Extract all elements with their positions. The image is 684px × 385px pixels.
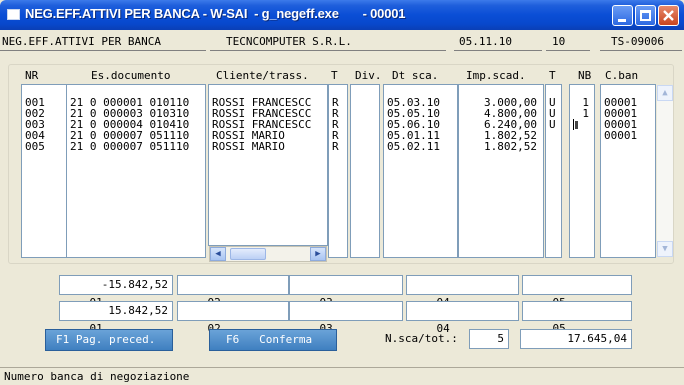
nr-column[interactable]: 001 002 003 004 005 <box>21 84 68 258</box>
program-name: NEG.EFF.ATTIVI PER BANCA <box>2 35 161 48</box>
documento-column[interactable]: 21 0 000001 010110 21 0 000003 010310 21… <box>66 84 206 258</box>
maximize-button[interactable] <box>635 5 656 26</box>
total-row2-04: 04 <box>406 301 519 335</box>
scroll-down-button[interactable]: ▼ <box>657 241 673 257</box>
t-cell: R <box>332 140 339 153</box>
minimize-button[interactable] <box>612 5 633 26</box>
total-row1-04: 04 <box>406 275 519 309</box>
total-row1-02: 02 <box>177 275 289 309</box>
app-window: NEG.EFF.ATTIVI PER BANCA - W-SAI - g_neg… <box>0 0 684 385</box>
cban-cell: 00001 <box>604 129 638 142</box>
terminal-id: TS-09006 <box>611 35 664 48</box>
total-row1-03: 03 <box>289 275 403 309</box>
total-row2-03: 03 <box>289 301 403 335</box>
total-row2-05: 05 <box>522 301 632 335</box>
nsca-label: N.sca/tot.: <box>385 332 458 345</box>
confirm-button[interactable]: F6 Conferma <box>209 329 337 351</box>
total-row1-01: 01 -15.842,52 <box>59 275 173 309</box>
col-es-documento: Es.documento <box>91 69 171 82</box>
app-icon <box>7 9 20 20</box>
status-bar: Numero banca di negoziazione <box>0 367 684 385</box>
nb-column[interactable]: 1 1 <box>569 84 595 258</box>
company-name: TECNCOMPUTER S.R.L. <box>226 35 352 48</box>
t-column[interactable]: R R R R R <box>328 84 348 258</box>
nb-cell: 1 <box>582 107 589 120</box>
scroll-left-button[interactable]: ◀ <box>210 247 226 261</box>
imp-cell: 1.802,52 <box>484 140 537 153</box>
imp-scad-column[interactable]: 3.000,00 4.800,00 6.240,00 1.802,52 1.80… <box>458 84 544 258</box>
col-nr: NR <box>25 69 39 82</box>
prev-page-button[interactable]: F1 Pag. preced. <box>45 329 173 351</box>
nr-cell: 005 <box>25 140 45 153</box>
cban-vertical-scrollbar[interactable]: ▲ ▼ <box>657 85 673 257</box>
col-imp-scad: Imp.scad. <box>466 69 526 82</box>
col-t: T <box>331 69 338 82</box>
nsca-count: 5 <box>469 329 509 349</box>
t2-column[interactable]: U U U <box>545 84 562 258</box>
header-code: 10 <box>552 35 566 48</box>
cban-column[interactable]: 00001 00001 00001 00001 <box>600 84 656 258</box>
dt-sca-column[interactable]: 05.03.10 05.05.10 05.06.10 05.01.11 05.0… <box>383 84 458 258</box>
window-title: NEG.EFF.ATTIVI PER BANCA - W-SAI - g_neg… <box>25 6 406 21</box>
t2-cell: U <box>549 118 556 131</box>
div-column[interactable] <box>350 84 380 258</box>
nb-edit-caret <box>575 121 578 129</box>
header-date: 05.11.10 <box>459 35 512 48</box>
scroll-thumb[interactable] <box>230 248 266 260</box>
cliente-horizontal-scrollbar[interactable]: ◀ ▶ <box>209 246 327 262</box>
scroll-up-button[interactable]: ▲ <box>657 85 673 101</box>
total-row1-05: 05 <box>522 275 632 309</box>
total-row2-01: 01 15.842,52 <box>59 301 173 335</box>
close-icon <box>663 10 674 21</box>
maximize-icon <box>640 10 651 21</box>
doc-cell: 21 0 000007 051110 <box>70 140 190 153</box>
col-dt-sca: Dt sca. <box>392 69 439 82</box>
col-div: Div. <box>355 69 382 82</box>
col-t2: T <box>549 69 556 82</box>
nsca-total: 17.645,04 <box>520 329 632 349</box>
close-button[interactable] <box>658 5 679 26</box>
col-nb: NB <box>578 69 592 82</box>
total-value: -15.842,52 <box>101 278 168 291</box>
dt-cell: 05.02.11 <box>387 140 440 153</box>
cliente-column[interactable]: ROSSI FRANCESCC ROSSI FRANCESCC ROSSI FR… <box>208 84 328 246</box>
minimize-icon <box>618 19 626 22</box>
text-cursor <box>573 119 574 130</box>
col-cban: C.ban <box>605 69 639 82</box>
total-value: 15.842,52 <box>108 304 168 317</box>
total-row2-02: 02 <box>177 301 289 335</box>
cliente-cell: ROSSI MARIO <box>212 140 285 153</box>
title-bar[interactable]: NEG.EFF.ATTIVI PER BANCA - W-SAI - g_neg… <box>0 0 684 30</box>
scroll-right-button[interactable]: ▶ <box>310 247 326 261</box>
col-cliente: Cliente/trass. <box>216 69 309 82</box>
